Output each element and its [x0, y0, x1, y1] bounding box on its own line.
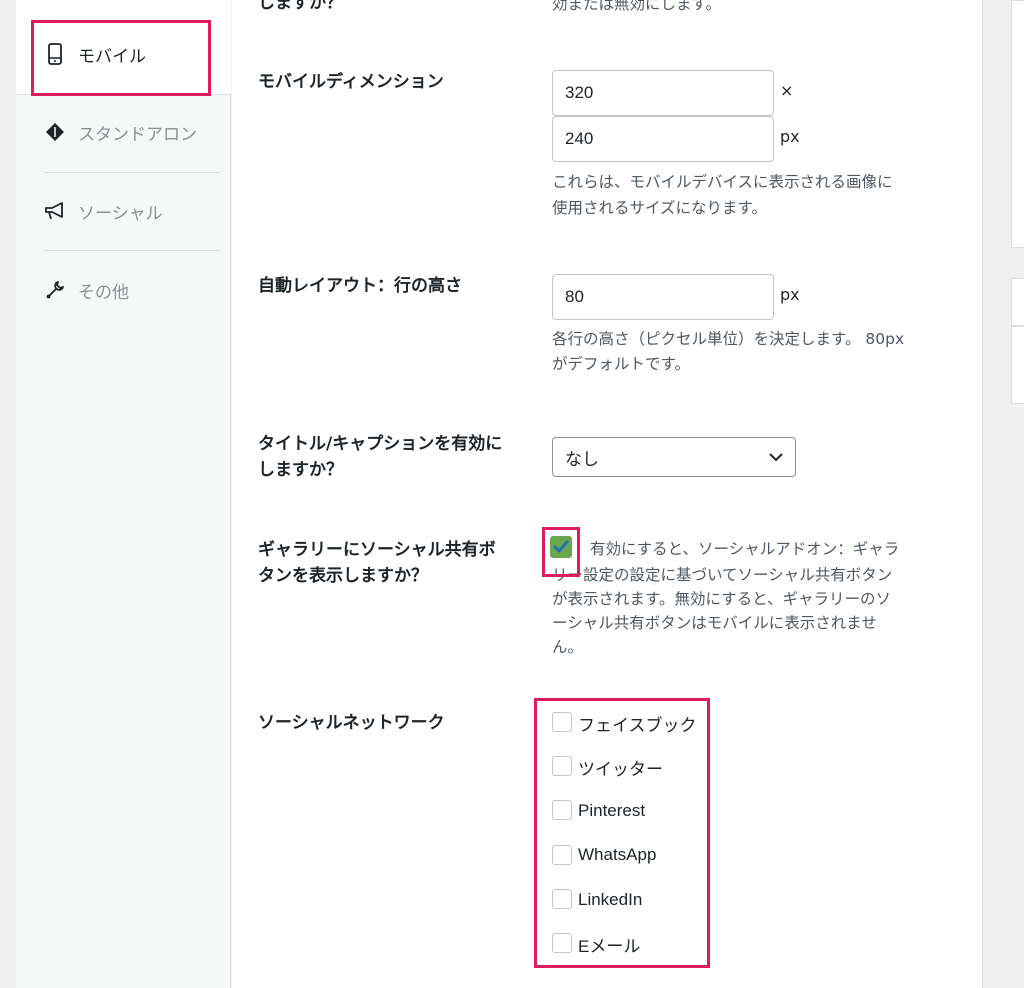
right-panel [982, 0, 1024, 988]
dimension-times: × [780, 81, 794, 100]
row-height-label: 自動レイアウト：行の高さ [258, 276, 462, 296]
highlight-mobile-tab [31, 20, 211, 96]
sidebar-item-label: ソーシャル [78, 203, 163, 224]
title-caption-label-line1: タイトル/キャプションを有効に [258, 434, 503, 454]
mobile-height-input[interactable] [552, 116, 774, 162]
dimension-unit: px [780, 127, 800, 146]
sidebar-item-label: スタンドアロン [78, 124, 197, 145]
megaphone-icon [44, 199, 66, 223]
social-buttons-label-line2: タンを表示しますか？ [258, 566, 428, 586]
wrench-icon [44, 278, 66, 302]
row-height-unit: px [780, 285, 800, 304]
social-buttons-desc-line4: ーシャル共有ボタンはモバイルに表示されませ [552, 614, 877, 632]
partial-field-label: しますか？ [258, 0, 343, 13]
sidebar-item-other[interactable]: その他 [44, 270, 220, 310]
mobile-dimensions-desc-line2: 使用されるサイズになります。 [552, 199, 767, 217]
title-caption-selected: なし [565, 449, 599, 470]
right-panel-box [1011, 0, 1024, 248]
social-networks-label: ソーシャルネットワーク [258, 713, 445, 733]
diamond-icon [44, 120, 66, 144]
mobile-dimensions-desc-line1: これらは、モバイルデバイスに表示される画像に [552, 173, 893, 191]
social-buttons-desc-line1: 有効にすると、ソーシャルアドオン：ギャラ [590, 540, 900, 558]
mobile-dimensions-label: モバイルディメンション [258, 72, 444, 92]
sidebar-item-social[interactable]: ソーシャル [44, 191, 220, 231]
social-buttons-desc-line5: ん。 [552, 638, 584, 656]
highlight-social-networks [534, 698, 710, 968]
right-panel-box [1011, 278, 1024, 326]
nav-divider [44, 172, 220, 173]
partial-field-desc: 効または無効にします。 [552, 0, 721, 13]
sidebar-item-standalone[interactable]: スタンドアロン [44, 112, 220, 152]
social-buttons-label-line1: ギャラリーにソーシャル共有ボ [258, 540, 496, 560]
title-caption-label-line2: しますか？ [258, 460, 343, 480]
chevron-down-icon [769, 447, 783, 467]
highlight-social-checkbox [542, 527, 580, 577]
mobile-width-input[interactable] [552, 70, 774, 116]
title-caption-select[interactable]: なし [552, 437, 796, 477]
row-height-desc-line2: がデフォルトです。 [552, 355, 690, 373]
sidebar-item-label: その他 [78, 282, 129, 303]
row-height-input[interactable] [552, 274, 774, 320]
row-height-desc-line1: 各行の高さ（ピクセル単位）を決定します。 80px [552, 330, 905, 348]
nav-divider [44, 250, 220, 251]
right-panel-box [1011, 326, 1024, 404]
